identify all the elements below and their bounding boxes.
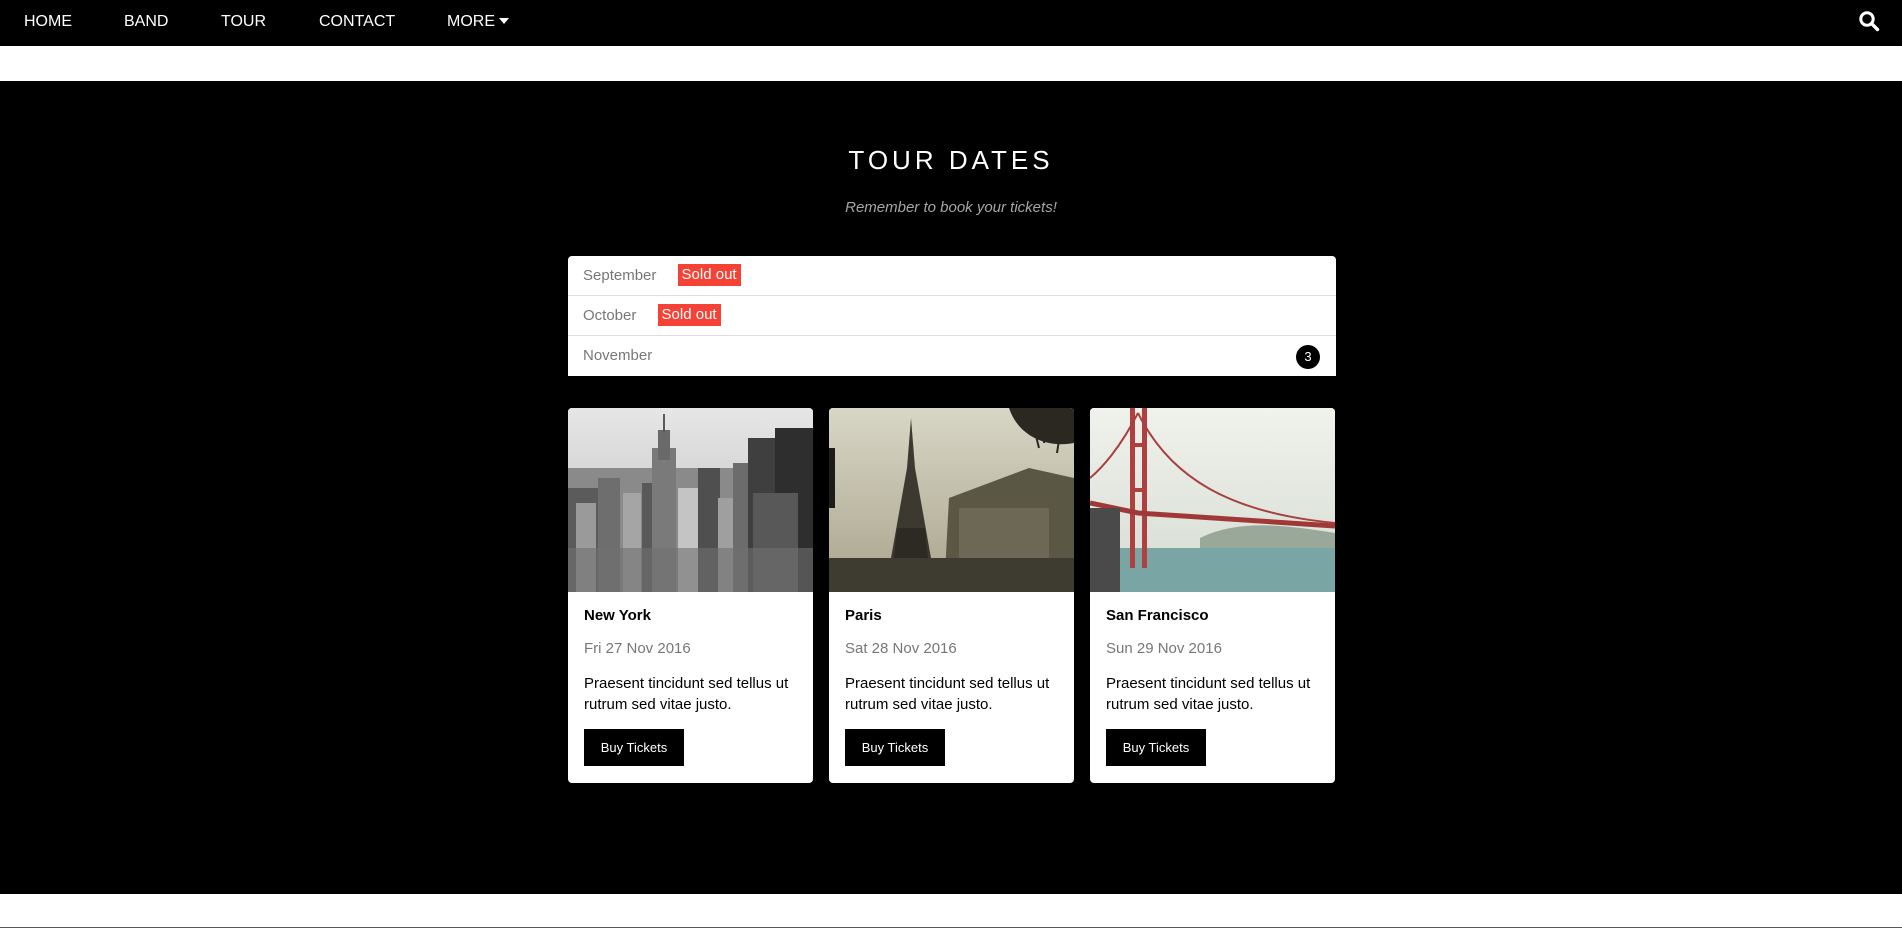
section-subtitle: Remember to book your tickets!	[845, 199, 1057, 216]
card-description: Praesent tincidunt sed tellus ut rutrum …	[584, 675, 789, 713]
ticket-count-badge: 3	[1296, 345, 1320, 369]
bottom-divider	[0, 927, 1902, 928]
buy-tickets-button[interactable]: Buy Tickets	[845, 729, 945, 766]
card-description: Praesent tincidunt sed tellus ut rutrum …	[1106, 675, 1311, 713]
month-name: October	[583, 307, 637, 324]
nav-contact-link[interactable]: CONTACT	[319, 0, 395, 46]
month-name: September	[583, 267, 657, 284]
month-name: November	[583, 347, 653, 364]
section-title: TOUR DATES	[848, 145, 1054, 175]
tour-card-san-francisco: San Francisco Sun 29 Nov 2016 Praesent t…	[1090, 408, 1335, 783]
top-navbar: HOME BAND TOUR CONTACT MORE	[0, 0, 1902, 46]
month-row-september: September Sold out	[568, 256, 1336, 296]
month-list: September Sold out October Sold out Nove…	[568, 256, 1336, 376]
nav-home-link[interactable]: HOME	[24, 0, 72, 46]
card-city: San Francisco	[1106, 607, 1209, 624]
card-city: Paris	[845, 607, 882, 624]
card-date: Sun 29 Nov 2016	[1106, 640, 1222, 657]
caret-down-icon	[499, 18, 509, 24]
card-date: Sat 28 Nov 2016	[845, 640, 957, 657]
sold-out-badge: Sold out	[677, 264, 741, 286]
golden-gate-bridge-photo	[1090, 408, 1335, 592]
card-date: Fri 27 Nov 2016	[584, 640, 691, 657]
buy-tickets-button[interactable]: Buy Tickets	[1106, 729, 1206, 766]
search-button[interactable]	[1858, 10, 1882, 34]
tour-section: TOUR DATES Remember to book your tickets…	[0, 81, 1902, 894]
nav-band-link[interactable]: BAND	[124, 0, 168, 46]
card-description: Praesent tincidunt sed tellus ut rutrum …	[845, 675, 1050, 713]
month-row-october: October Sold out	[568, 296, 1336, 336]
nav-more-dropdown[interactable]: MORE	[447, 0, 509, 46]
nav-more-label: MORE	[447, 13, 495, 30]
tour-card-new-york: New York Fri 27 Nov 2016 Praesent tincid…	[568, 408, 813, 783]
nav-tour-link[interactable]: TOUR	[221, 0, 266, 46]
month-row-november: November 3	[568, 336, 1336, 376]
sold-out-badge: Sold out	[657, 304, 721, 326]
card-city: New York	[584, 607, 651, 624]
buy-tickets-button[interactable]: Buy Tickets	[584, 729, 684, 766]
tour-card-paris: Paris Sat 28 Nov 2016 Praesent tincidunt…	[829, 408, 1074, 783]
new-york-skyline-photo	[568, 408, 813, 592]
paris-eiffel-tower-photo	[829, 408, 1074, 592]
search-icon	[1859, 11, 1880, 32]
